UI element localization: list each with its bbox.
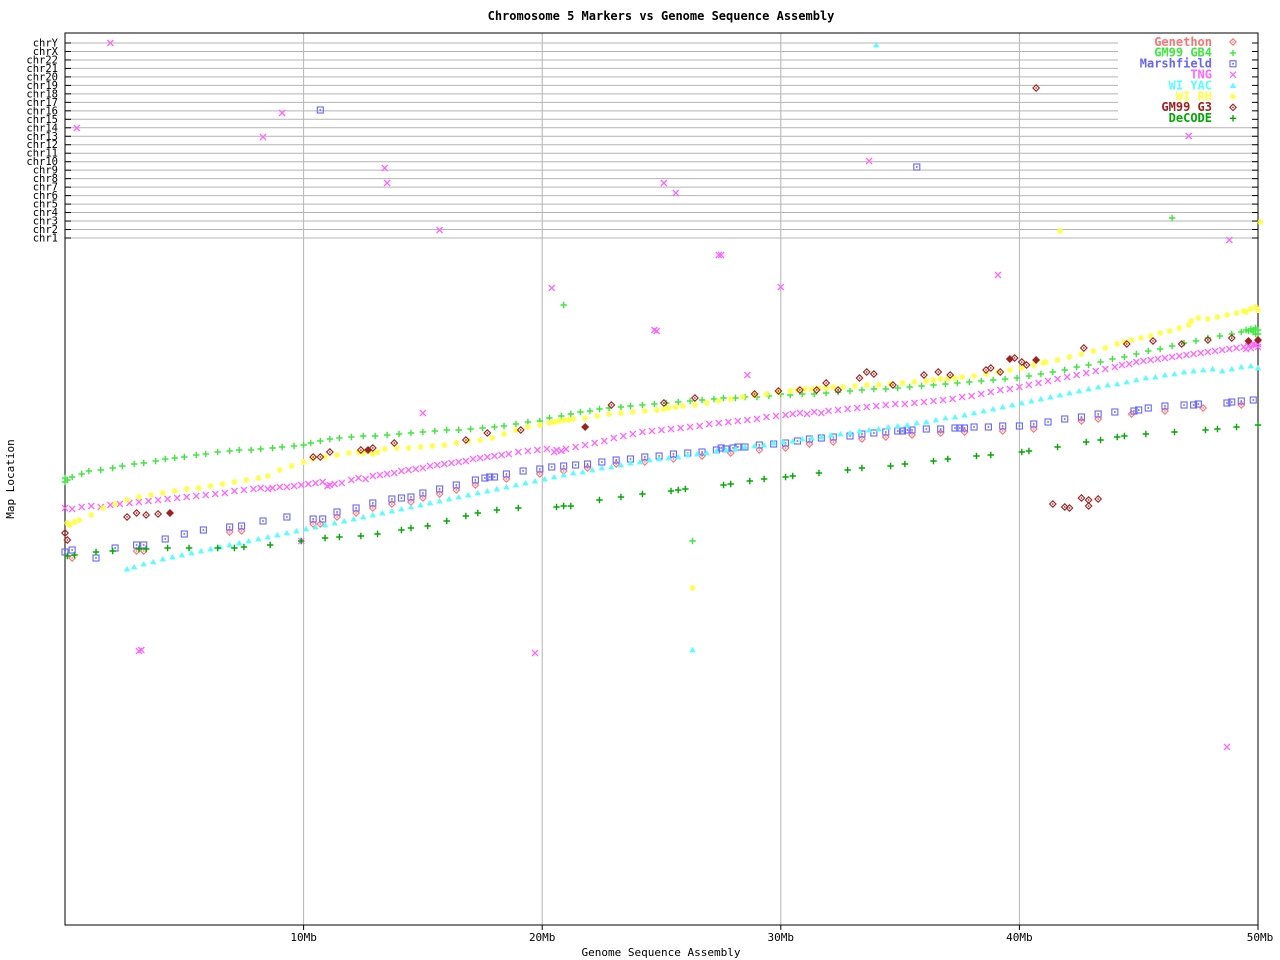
- data-points: [61, 39, 1264, 751]
- gridlines: [65, 33, 1258, 925]
- x-tick-label: 30Mb: [768, 931, 795, 944]
- scatter-plot: Chromosome 5 Markers vs Genome Sequence …: [4, 9, 1273, 959]
- x-axis-label: Genome Sequence Assembly: [582, 946, 741, 959]
- x-tick-label: 50Mb: [1247, 931, 1274, 944]
- x-tick-label: 40Mb: [1006, 931, 1033, 944]
- chart-title: Chromosome 5 Markers vs Genome Sequence …: [488, 9, 835, 23]
- series-tng: [61, 39, 1262, 751]
- chromosome-row-label: chr1: [33, 232, 58, 244]
- chart-figure: Chromosome 5 Markers vs Genome Sequence …: [0, 0, 1280, 960]
- y-axis-label: Map Location: [4, 439, 17, 518]
- x-tick-label: 10Mb: [290, 931, 317, 944]
- series-wi_yac: [123, 42, 1262, 653]
- plot-border: [64, 32, 1259, 926]
- series-wi_rh: [64, 219, 1264, 591]
- axis-labels: Chromosome 5 Markers vs Genome Sequence …: [4, 9, 1273, 959]
- x-tick-label: 20Mb: [529, 931, 556, 944]
- legend-label: DeCODE: [1169, 111, 1212, 125]
